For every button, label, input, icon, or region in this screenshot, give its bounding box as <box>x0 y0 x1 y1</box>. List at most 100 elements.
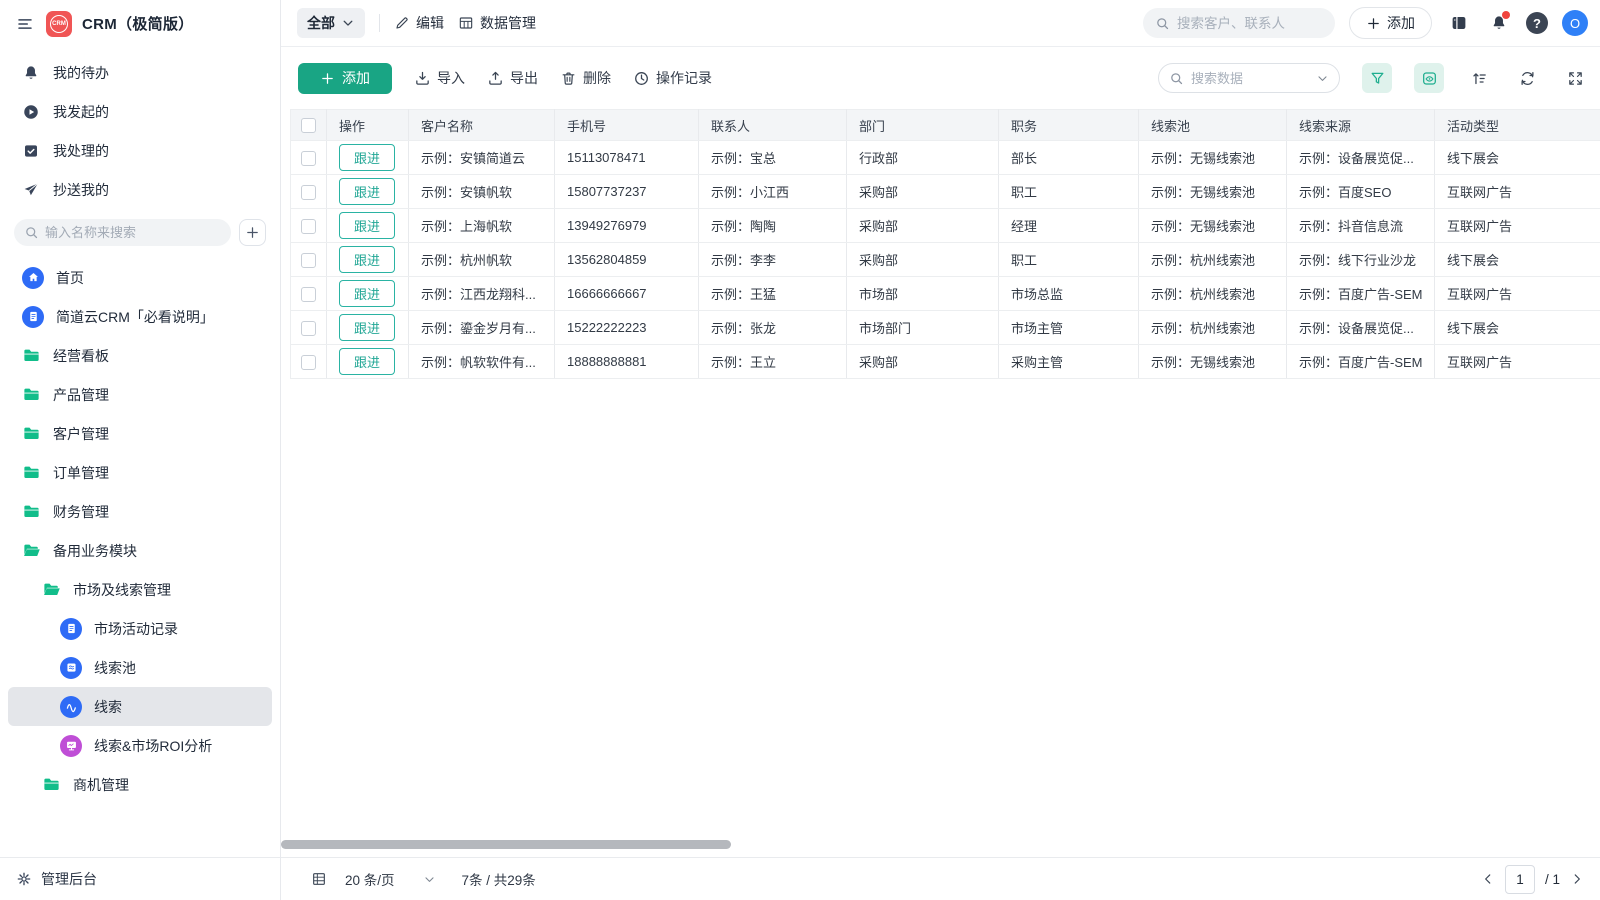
row-checkbox[interactable] <box>301 253 316 268</box>
data-manage-button[interactable]: 数据管理 <box>458 13 536 33</box>
sidebar-item[interactable]: 客户管理 <box>8 414 272 453</box>
table-row[interactable]: 跟进示例：鎏金岁月有...15222222223示例：张龙市场部门市场主管示例：… <box>291 311 1600 345</box>
page-size-select[interactable]: 20 条/页 <box>345 869 436 889</box>
sidebar-quick-label: 我发起的 <box>53 102 109 122</box>
table-cell: 示例：小江西 <box>699 175 847 209</box>
folder-open-icon <box>22 541 41 560</box>
follow-up-button[interactable]: 跟进 <box>339 246 395 273</box>
user-avatar[interactable]: O <box>1562 10 1588 36</box>
sidebar-quick-item[interactable]: 抄送我的 <box>0 170 280 209</box>
sidebar-item[interactable]: 产品管理 <box>8 375 272 414</box>
sidebar-item-label: 市场活动记录 <box>94 619 178 639</box>
follow-up-button[interactable]: 跟进 <box>339 178 395 205</box>
notifications-button[interactable] <box>1486 10 1512 36</box>
table-cell: 线下展会 <box>1435 243 1600 277</box>
sidebar-item[interactable]: 线索 <box>8 687 272 726</box>
trash-icon <box>560 70 577 87</box>
sidebar-item[interactable]: 财务管理 <box>8 492 272 531</box>
sidebar-quick-item[interactable]: 我发起的 <box>0 92 280 131</box>
row-checkbox[interactable] <box>301 185 316 200</box>
horizontal-scrollbar-thumb[interactable] <box>281 840 731 849</box>
sidebar-item[interactable]: 经营看板 <box>8 336 272 375</box>
sidebar-item[interactable]: 线索&市场ROI分析 <box>8 726 272 765</box>
hamburger-menu-icon[interactable] <box>14 13 36 35</box>
table-row[interactable]: 跟进示例：江西龙翔科...16666666667示例：王猛市场部市场总监示例：杭… <box>291 277 1600 311</box>
sidebar-item[interactable]: 订单管理 <box>8 453 272 492</box>
sidebar-item[interactable]: 备用业务模块 <box>8 531 272 570</box>
current-page-input[interactable]: 1 <box>1505 865 1535 894</box>
next-page-button[interactable] <box>1570 872 1584 886</box>
row-checkbox[interactable] <box>301 287 316 302</box>
admin-console-button[interactable]: 管理后台 <box>0 857 280 900</box>
row-checkbox[interactable] <box>301 151 316 166</box>
app-title: CRM（极简版） <box>82 13 194 34</box>
panel-toggle-button[interactable] <box>1446 10 1472 36</box>
panel-icon <box>1450 14 1468 32</box>
column-header[interactable]: 操作 <box>327 110 409 141</box>
sort-button[interactable] <box>1466 65 1492 91</box>
follow-up-button[interactable]: 跟进 <box>339 348 395 375</box>
operation-log-button[interactable]: 操作记录 <box>633 68 712 88</box>
add-record-button[interactable]: 添加 <box>298 63 392 94</box>
density-icon[interactable] <box>311 871 327 887</box>
global-add-button[interactable]: 添加 <box>1349 7 1432 39</box>
search-icon <box>1155 16 1170 31</box>
column-header[interactable]: 线索来源 <box>1287 110 1435 141</box>
filter-button[interactable] <box>1362 63 1392 93</box>
fullscreen-button[interactable] <box>1562 65 1588 91</box>
sidebar-quick-item[interactable]: 我的待办 <box>0 53 280 92</box>
table-cell: 示例：设备展览促... <box>1287 311 1435 345</box>
display-settings-button[interactable] <box>1414 63 1444 93</box>
table-search-box[interactable] <box>1158 63 1340 93</box>
sidebar-item[interactable]: 商机管理 <box>8 765 272 804</box>
sidebar-quick-item[interactable]: 我处理的 <box>0 131 280 170</box>
table-cell: 经理 <box>999 209 1139 243</box>
row-checkbox[interactable] <box>301 219 316 234</box>
table-row[interactable]: 跟进示例：安镇简道云15113078471示例：宝总行政部部长示例：无锡线索池示… <box>291 141 1600 175</box>
sidebar-search-box[interactable] <box>14 219 231 246</box>
sidebar-item[interactable]: 市场及线索管理 <box>8 570 272 609</box>
column-header[interactable]: 部门 <box>847 110 999 141</box>
export-button[interactable]: 导出 <box>487 68 538 88</box>
edit-button[interactable]: 编辑 <box>394 13 444 33</box>
column-header[interactable]: 手机号 <box>555 110 699 141</box>
prev-page-button[interactable] <box>1481 872 1495 886</box>
table-row[interactable]: 跟进示例：安镇帆软15807737237示例：小江西采购部职工示例：无锡线索池示… <box>291 175 1600 209</box>
column-header[interactable]: 联系人 <box>699 110 847 141</box>
global-search-box[interactable] <box>1143 8 1335 38</box>
delete-button[interactable]: 删除 <box>560 68 611 88</box>
chevron-down-icon[interactable] <box>1316 72 1329 85</box>
select-all-checkbox[interactable] <box>301 118 316 133</box>
sidebar-item[interactable]: 首页 <box>8 258 272 297</box>
table-search-input[interactable] <box>1191 71 1309 86</box>
view-switcher-all[interactable]: 全部 <box>297 8 365 38</box>
sidebar-item-label: 经营看板 <box>53 346 109 366</box>
follow-up-button[interactable]: 跟进 <box>339 280 395 307</box>
help-button[interactable]: ? <box>1526 12 1548 34</box>
table-row[interactable]: 跟进示例：杭州帆软13562804859示例：李李采购部职工示例：杭州线索池示例… <box>291 243 1600 277</box>
column-header[interactable]: 客户名称 <box>409 110 555 141</box>
column-header[interactable]: 职务 <box>999 110 1139 141</box>
sidebar-item[interactable]: 线索池 <box>8 648 272 687</box>
refresh-button[interactable] <box>1514 65 1540 91</box>
table-toolbar: 添加 导入 导出 删除 操作记录 <box>290 47 1600 109</box>
app-logo[interactable]: CRM <box>46 11 72 37</box>
column-header[interactable]: 线索池 <box>1139 110 1287 141</box>
sidebar-add-button[interactable] <box>239 219 266 246</box>
sidebar-search-input[interactable] <box>45 225 221 240</box>
table-row[interactable]: 跟进示例：上海帆软13949276979示例：陶陶采购部经理示例：无锡线索池示例… <box>291 209 1600 243</box>
sidebar-item[interactable]: 简道云CRM「必看说明」 <box>8 297 272 336</box>
import-button[interactable]: 导入 <box>414 68 465 88</box>
global-search-input[interactable] <box>1177 16 1323 31</box>
sidebar-item[interactable]: 市场活动记录 <box>8 609 272 648</box>
table-row[interactable]: 跟进示例：帆软软件有...18888888881示例：王立采购部采购主管示例：无… <box>291 345 1600 379</box>
row-checkbox[interactable] <box>301 355 316 370</box>
follow-up-button[interactable]: 跟进 <box>339 314 395 341</box>
row-checkbox[interactable] <box>301 321 316 336</box>
follow-up-button[interactable]: 跟进 <box>339 212 395 239</box>
refresh-icon <box>1519 70 1536 87</box>
plus-icon <box>1366 16 1381 31</box>
column-header[interactable]: 活动类型 <box>1435 110 1600 141</box>
follow-up-button[interactable]: 跟进 <box>339 144 395 171</box>
select-all-header <box>291 110 327 141</box>
